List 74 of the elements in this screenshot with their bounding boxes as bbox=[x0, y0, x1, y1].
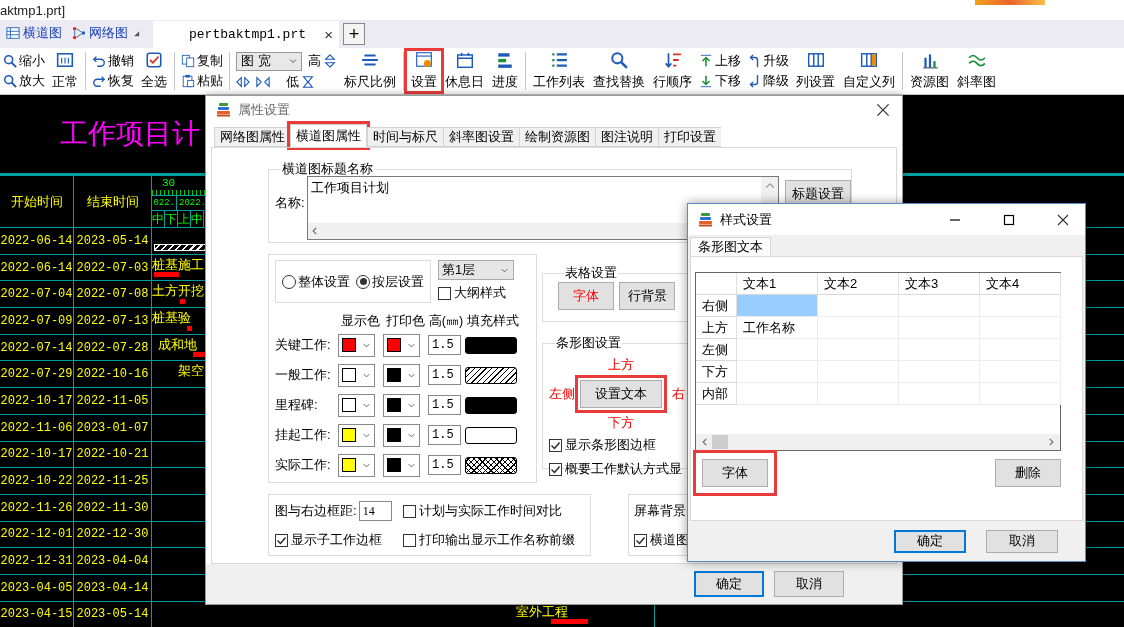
table-cell: 2022-07-14 bbox=[0, 334, 74, 361]
row-header: 下方 bbox=[696, 361, 737, 383]
window-title: aktmp1.prt] bbox=[0, 2, 66, 18]
field-label: 关键工作: bbox=[275, 336, 332, 354]
table-cell: 2023-01-07 bbox=[74, 414, 152, 441]
field-label: 挂起工作: bbox=[275, 426, 332, 444]
scale-label: 中 bbox=[152, 211, 165, 227]
field-label: 一般工作: bbox=[275, 366, 332, 384]
scale-label: 022. bbox=[152, 195, 177, 210]
column-header: 文本3 bbox=[899, 273, 980, 295]
column-header: 文本2 bbox=[818, 273, 899, 295]
table-cell: 2022-12-01 bbox=[0, 521, 74, 548]
group-label: 横道图标题名称 bbox=[281, 160, 374, 178]
scale-label: 上 bbox=[178, 211, 191, 227]
dialog-title: 属性设置 bbox=[238, 101, 290, 119]
task-label: 桩基验 bbox=[152, 309, 191, 328]
column-header: 开始时间 bbox=[0, 176, 74, 227]
task-label: 成和地 bbox=[158, 335, 197, 354]
table-cell: 2023-04-15 bbox=[0, 601, 74, 627]
column-header: 结束时间 bbox=[74, 176, 152, 227]
scale-label: 中 bbox=[191, 211, 204, 227]
table-cell: 2022-07-08 bbox=[74, 281, 152, 308]
table-cell: 2022-06-14 bbox=[0, 254, 74, 281]
table-cell: 2022-07-29 bbox=[0, 361, 74, 388]
table-cell: 2023-05-14 bbox=[74, 601, 152, 627]
table-cell: 2022-10-22 bbox=[0, 468, 74, 494]
table-cell: 2022-10-17 bbox=[0, 441, 74, 468]
row-header: 内部 bbox=[696, 383, 737, 405]
table-cell: 2022-07-13 bbox=[74, 308, 152, 334]
position-label: 左侧 bbox=[549, 385, 575, 403]
table-cell: 2022-12-31 bbox=[0, 548, 74, 574]
row-header: 上方 bbox=[696, 317, 737, 339]
column-header: 高(㎜) bbox=[427, 313, 465, 330]
position-label: 上方 bbox=[608, 356, 634, 374]
group-label: 表格设置 bbox=[564, 264, 618, 282]
task-label: 架空 bbox=[177, 362, 204, 381]
table-cell: 2022-07-04 bbox=[0, 281, 74, 308]
task-label: 桩基施工 bbox=[152, 255, 204, 274]
table-cell: 2023-05-14 bbox=[74, 228, 152, 254]
group-label: 条形图设置 bbox=[555, 334, 622, 352]
field-label: 图与右边框距: bbox=[275, 502, 357, 520]
table-cell: 2023-04-04 bbox=[74, 548, 152, 574]
scale-label: 下 bbox=[165, 211, 178, 227]
table-cell: 2022-11-06 bbox=[0, 414, 74, 441]
table-cell: 2022-06-14 bbox=[0, 228, 74, 254]
column-header: 打印色 bbox=[384, 313, 426, 330]
table-cell: 2022-11-25 bbox=[74, 468, 152, 494]
table-cell: 2022-07-28 bbox=[74, 334, 152, 361]
table-cell: 2022-11-30 bbox=[74, 494, 152, 521]
table-cell: 2022-10-16 bbox=[74, 361, 152, 388]
task-label: 室外工程 bbox=[515, 602, 568, 621]
table-cell: 2022-10-21 bbox=[74, 441, 152, 468]
scale-label: 30 bbox=[162, 177, 176, 189]
field-label: 里程碑: bbox=[275, 396, 319, 414]
position-label: 右 bbox=[672, 385, 685, 403]
table-cell: 2023-04-05 bbox=[0, 574, 74, 601]
task-label: 土方开挖 bbox=[152, 282, 204, 301]
dialog-title: 样式设置 bbox=[720, 210, 772, 229]
table-cell: 2022-11-05 bbox=[74, 388, 152, 414]
table-cell: 2022-12-30 bbox=[74, 521, 152, 548]
column-header: 文本4 bbox=[980, 273, 1061, 295]
field-label: 名称: bbox=[275, 194, 305, 212]
table-cell: 2022-11-26 bbox=[0, 494, 74, 521]
column-header: 显示色 bbox=[340, 313, 381, 330]
row-header: 左侧 bbox=[696, 339, 737, 361]
group-label: 屏幕背景 bbox=[634, 503, 686, 520]
table-cell: 2022-07-03 bbox=[74, 254, 152, 281]
field-label: 实际工作: bbox=[275, 456, 332, 474]
chart-title: 工作项目计 bbox=[60, 117, 200, 151]
position-label: 下方 bbox=[608, 414, 634, 432]
column-header: 填充样式 bbox=[466, 313, 520, 330]
table-cell: 2023-04-14 bbox=[74, 574, 152, 601]
table-cell: 2022-07-09 bbox=[0, 308, 74, 334]
table-cell: 2022-10-17 bbox=[0, 388, 74, 414]
